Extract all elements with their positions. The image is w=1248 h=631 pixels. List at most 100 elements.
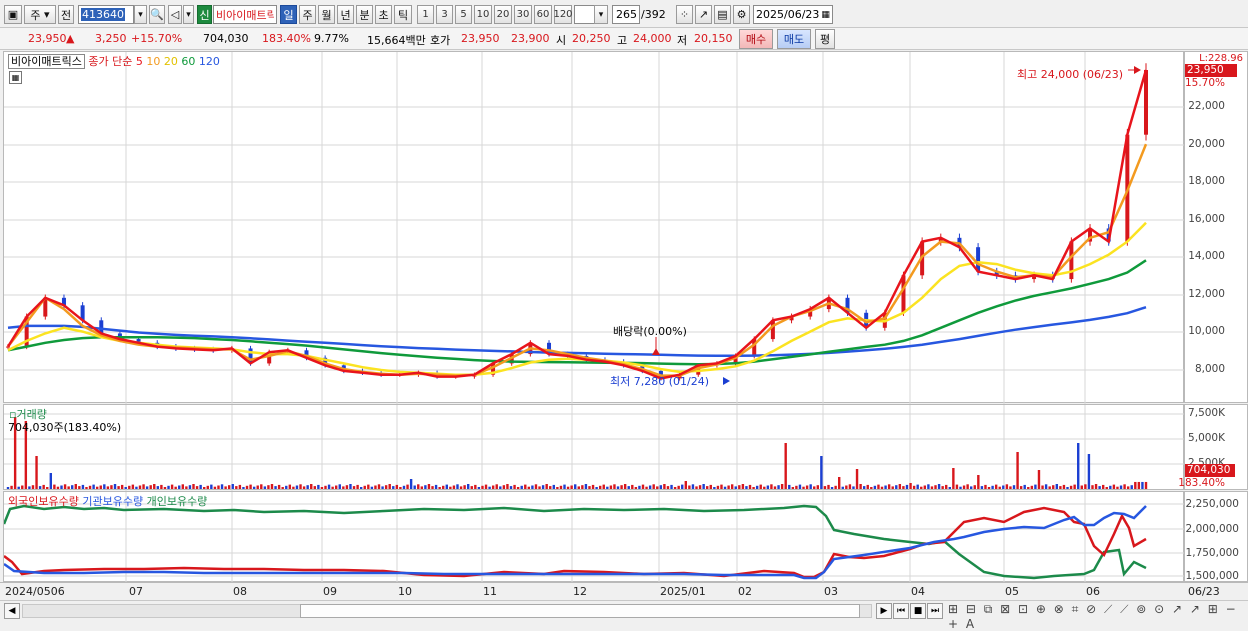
buy-button[interactable]: 매수 xyxy=(739,29,773,49)
eval-button[interactable]: 평 xyxy=(815,29,835,49)
calculator-icon[interactable]: ▦ xyxy=(9,71,22,84)
tool-icons[interactable]: ⊞ ⊟ ⧉ ⊠ ⊡ ⊕ ⊗ ⌗ ⊘ ⟋ ⟋ ⊚ ⊙ ↗ ↗ ⊞ − + A xyxy=(948,602,1248,631)
volume-bar xyxy=(659,485,663,489)
volume-chart-panel[interactable]: ▫거래량 704,030주(183.40%) xyxy=(3,404,1185,491)
volume-bar xyxy=(409,479,413,489)
volume-bar xyxy=(120,484,124,489)
scroll-right-icon[interactable]: ▶ xyxy=(876,603,892,619)
search-icon[interactable]: 🔍 xyxy=(149,5,165,24)
tab-second[interactable]: 초 xyxy=(375,5,392,24)
volume-bar xyxy=(374,485,377,489)
price-chart-panel[interactable]: 비아이매트릭스 종가 단순 5 10 20 60 120 ▦ 최고 24,000… xyxy=(3,51,1185,404)
open-price: 20,250 xyxy=(572,32,611,45)
volume-bar xyxy=(1098,486,1101,489)
volume-bar xyxy=(538,486,541,489)
dots-icon[interactable]: ⁘ xyxy=(676,5,693,24)
save-icon[interactable]: ▤ xyxy=(714,5,731,24)
tab-year[interactable]: 년 xyxy=(337,5,354,24)
volume-bar xyxy=(217,485,220,489)
volume-bar xyxy=(470,486,473,489)
volume-bar xyxy=(987,487,991,489)
volume-bar xyxy=(324,485,327,489)
volume-bar xyxy=(335,485,338,489)
last-page-icon[interactable]: ⏭ xyxy=(927,603,943,619)
volume-bar xyxy=(827,484,830,489)
interval-3-button[interactable]: 3 xyxy=(436,5,453,24)
ytick-20000: 20,000 xyxy=(1188,138,1225,150)
volume-bar xyxy=(702,484,705,489)
code-dropdown-icon[interactable]: ▾ xyxy=(134,5,147,24)
scroll-left-icon[interactable]: ◀ xyxy=(4,603,20,619)
calendar-icon[interactable]: ▦ xyxy=(821,10,830,20)
ytick-18000: 18,000 xyxy=(1188,175,1225,187)
volume-bar xyxy=(10,485,13,489)
custom-interval-dropdown-icon[interactable]: ▾ xyxy=(594,5,608,24)
tab-minute[interactable]: 분 xyxy=(356,5,373,24)
scroll-bar[interactable]: ◀ ▶ ⏮ ■ ⏭ ⊞ ⊟ ⧉ ⊠ ⊡ ⊕ ⊗ ⌗ ⊘ ⟋ ⟋ ⊚ ⊙ ↗ ↗ … xyxy=(0,600,1248,631)
volume-bar xyxy=(716,485,720,489)
market-type-select[interactable]: 주 ▾ xyxy=(24,5,56,24)
interval-1-button[interactable]: 1 xyxy=(417,5,434,24)
interval-10-button[interactable]: 10 xyxy=(474,5,492,24)
count-input[interactable]: 265 xyxy=(612,5,640,24)
code-input[interactable]: 413640 xyxy=(78,5,134,24)
sell-button[interactable]: 매도 xyxy=(777,29,811,49)
volume-bar xyxy=(609,485,613,489)
date-input[interactable]: 2025/06/23 ▦ xyxy=(753,5,833,24)
stock-name-field[interactable]: 비아이매트릭스 xyxy=(213,5,277,24)
interval-30-button[interactable]: 30 xyxy=(514,5,532,24)
volume-chart-svg[interactable] xyxy=(4,405,1185,491)
volume-bar xyxy=(1077,443,1080,489)
volume-bar xyxy=(356,484,359,489)
volume-bar xyxy=(1019,486,1023,489)
stock-name: 비아이매트릭스 xyxy=(216,8,274,22)
prev-button[interactable]: 전 xyxy=(58,5,74,24)
volume-bar xyxy=(459,486,463,489)
min-label: 최저 7,280 (01/24) xyxy=(610,375,710,388)
volume-bar xyxy=(955,484,959,489)
volume-bar xyxy=(937,484,941,489)
volume-bar xyxy=(834,485,837,489)
interval-60-button[interactable]: 60 xyxy=(534,5,552,24)
volume-bar xyxy=(559,485,563,489)
tab-day[interactable]: 일 xyxy=(280,5,297,24)
volume-bar xyxy=(763,486,766,489)
code-value: 413640 xyxy=(81,8,125,21)
interval-120-button[interactable]: 120 xyxy=(553,5,573,24)
volume-bar xyxy=(263,486,267,489)
volume-bar xyxy=(149,485,152,489)
holdings-chart-panel[interactable]: 외국인보유수량 기관보유수량 개인보유수량 xyxy=(3,491,1185,583)
first-page-icon[interactable]: ⏮ xyxy=(893,603,909,619)
volume-bar xyxy=(862,486,866,489)
stop-icon[interactable]: ■ xyxy=(910,603,926,619)
draw-icon[interactable]: ↗ xyxy=(695,5,712,24)
date-axis: 2024/0506 07 08 09 10 11 12 2025/01 02 0… xyxy=(0,582,1248,600)
tab-week[interactable]: 주 xyxy=(299,5,316,24)
volume-bar xyxy=(442,485,445,489)
volume-bar xyxy=(252,486,256,489)
volume-axis-pct: 183.40% xyxy=(1178,477,1225,489)
interval-20-button[interactable]: 20 xyxy=(494,5,512,24)
volume-bar xyxy=(784,443,787,489)
volume-bar xyxy=(445,484,448,489)
volume-bar xyxy=(556,487,559,489)
high-label: 고 xyxy=(617,34,628,47)
window-icon[interactable]: ▣ xyxy=(4,5,22,24)
legend-ma-title: 종가 단순 xyxy=(88,55,133,68)
speaker-icon[interactable]: ◁ xyxy=(168,5,182,24)
volume-bar xyxy=(203,487,206,489)
scroll-thumb[interactable] xyxy=(300,604,860,618)
volume-bar xyxy=(980,486,984,489)
volume-bar xyxy=(741,484,745,489)
volume-bar xyxy=(1016,452,1019,489)
gear-icon[interactable]: ⚙ xyxy=(733,5,750,24)
volume-bar xyxy=(156,486,160,489)
tab-month[interactable]: 월 xyxy=(318,5,335,24)
price-chart-svg[interactable] xyxy=(4,52,1185,404)
open-label: 시 xyxy=(556,34,567,47)
tab-tick[interactable]: 틱 xyxy=(394,5,412,24)
interval-5-button[interactable]: 5 xyxy=(455,5,472,24)
speaker-dropdown-icon[interactable]: ▾ xyxy=(183,5,194,24)
volume-bar xyxy=(641,484,645,489)
volume-bar xyxy=(945,484,948,489)
